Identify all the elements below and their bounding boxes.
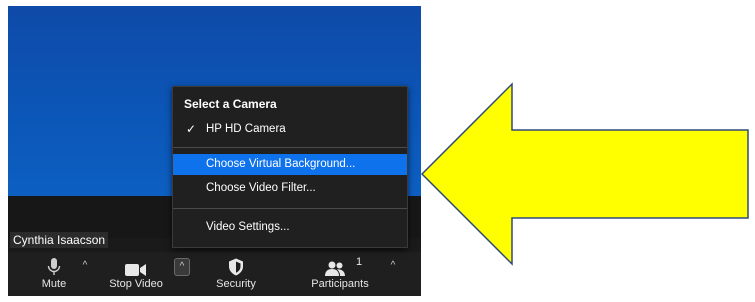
menu-divider [173, 208, 407, 209]
participants-button[interactable]: 1 Participants [304, 252, 376, 296]
stop-video-button[interactable]: Stop Video [98, 252, 174, 296]
menu-item-label: HP HD Camera [206, 123, 286, 135]
participants-options-caret[interactable]: ^ [386, 258, 400, 274]
participants-count: 1 [356, 256, 363, 268]
yellow-arrow-annotation [420, 82, 749, 266]
participants-label: Participants [311, 278, 369, 290]
menu-item-choose-video-filter[interactable]: Choose Video Filter... [173, 178, 407, 199]
menu-item-label: Choose Virtual Background... [206, 158, 356, 170]
camera-options-menu: Select a Camera ✓ HP HD Camera Choose Vi… [172, 86, 408, 248]
meeting-toolbar: Mute ^ Stop Video ^ Security 1 Participa… [8, 252, 421, 296]
checkmark-icon: ✓ [186, 122, 197, 136]
mute-button[interactable]: Mute [30, 252, 78, 296]
menu-divider [173, 147, 407, 148]
audio-options-caret[interactable]: ^ [78, 258, 92, 274]
menu-item-label: Choose Video Filter... [206, 182, 316, 194]
menu-item-label: Video Settings... [206, 221, 290, 233]
video-camera-icon [125, 264, 146, 276]
mute-label: Mute [41, 278, 67, 290]
microphone-icon [47, 258, 61, 275]
shield-icon [229, 258, 243, 276]
menu-item-hp-hd-camera[interactable]: ✓ HP HD Camera [173, 119, 407, 140]
menu-item-video-settings[interactable]: Video Settings... [173, 217, 407, 238]
video-options-caret[interactable]: ^ [174, 258, 190, 276]
menu-item-choose-virtual-background[interactable]: Choose Virtual Background... [173, 154, 407, 175]
participant-name-label: Cynthia Isaacson [10, 232, 109, 248]
security-button[interactable]: Security [208, 252, 264, 296]
participants-icon [325, 261, 345, 276]
stop-video-label: Stop Video [109, 278, 163, 290]
menu-heading: Select a Camera [184, 97, 277, 111]
security-label: Security [216, 278, 256, 290]
